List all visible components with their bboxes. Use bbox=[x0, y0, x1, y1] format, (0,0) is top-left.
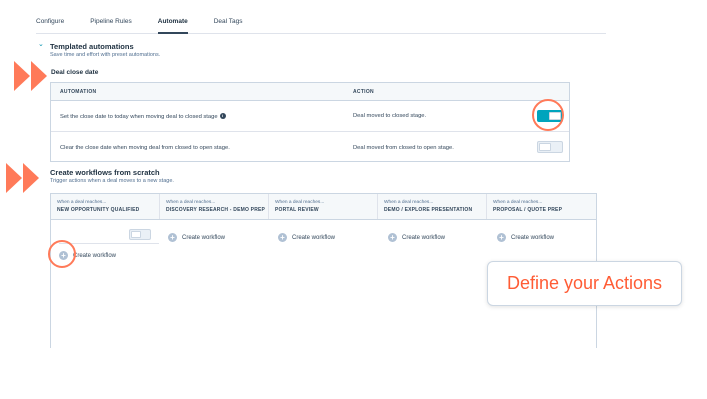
collapse-chevron-icon[interactable]: ⌄ bbox=[38, 40, 44, 48]
plus-icon: + bbox=[388, 233, 397, 242]
templated-automations-table: AUTOMATION ACTION Set the close date to … bbox=[50, 82, 570, 162]
action-text: Deal moved from closed to open stage. bbox=[353, 144, 454, 151]
create-workflow-button[interactable]: + Create workflow bbox=[278, 233, 335, 242]
plus-icon: + bbox=[497, 233, 506, 242]
tab-bar: Configure Pipeline Rules Automate Deal T… bbox=[36, 12, 606, 34]
tab-deal-tags[interactable]: Deal Tags bbox=[214, 12, 243, 34]
tab-pipeline-rules[interactable]: Pipeline Rules bbox=[90, 12, 132, 34]
stage-column-header: When a deal reaches... DEMO / EXPLORE PR… bbox=[378, 194, 487, 219]
stage-header-row: When a deal reaches... NEW OPPORTUNITY Q… bbox=[51, 194, 596, 220]
create-workflow-button[interactable]: + Create workflow bbox=[388, 233, 445, 242]
plus-icon: + bbox=[278, 233, 287, 242]
section-subtitle: Trigger actions when a deal moves to a n… bbox=[50, 178, 174, 184]
stage-column-header: When a deal reaches... DISCOVERY RESEARC… bbox=[160, 194, 269, 219]
section-title: Templated automations bbox=[50, 42, 134, 51]
automation-text: Set the close date to today when moving … bbox=[60, 112, 226, 120]
highlight-ring bbox=[48, 240, 76, 268]
action-column-header: ACTION bbox=[353, 88, 374, 95]
workflow-toggle[interactable] bbox=[129, 229, 151, 240]
automation-column-header: AUTOMATION bbox=[60, 88, 97, 95]
plus-icon: + bbox=[168, 233, 177, 242]
double-arrow-icon bbox=[14, 61, 47, 91]
table-row: Clear the close date when moving deal fr… bbox=[51, 132, 569, 163]
create-workflow-button[interactable]: + Create workflow bbox=[168, 233, 225, 242]
define-actions-callout: Define your Actions bbox=[487, 261, 682, 306]
stage-column-header: When a deal reaches... PORTAL REVIEW bbox=[269, 194, 378, 219]
highlight-ring bbox=[532, 99, 564, 131]
divider bbox=[59, 243, 159, 244]
section-subtitle: Save time and effort with preset automat… bbox=[50, 52, 161, 58]
info-icon[interactable]: i bbox=[219, 112, 226, 119]
automation-toggle-off[interactable] bbox=[537, 141, 563, 153]
deal-close-date-heading: Deal close date bbox=[51, 69, 99, 76]
workflows-header: Create workflows from scratch Trigger ac… bbox=[50, 168, 174, 184]
tab-automate[interactable]: Automate bbox=[157, 12, 188, 34]
automation-text: Clear the close date when moving deal fr… bbox=[60, 144, 230, 151]
table-row: Set the close date to today when moving … bbox=[51, 101, 569, 132]
create-workflow-button[interactable]: + Create workflow bbox=[497, 233, 554, 242]
stage-column-header: When a deal reaches... NEW OPPORTUNITY Q… bbox=[51, 194, 160, 219]
section-title: Create workflows from scratch bbox=[50, 168, 160, 177]
templated-automations-header: Templated automations Save time and effo… bbox=[50, 42, 160, 58]
table-header: AUTOMATION ACTION bbox=[51, 83, 569, 101]
double-arrow-icon bbox=[6, 163, 39, 193]
stage-column-header: When a deal reaches... PROPOSAL / QUOTE … bbox=[493, 200, 563, 213]
tab-configure[interactable]: Configure bbox=[36, 12, 64, 34]
action-text: Deal moved to closed stage. bbox=[353, 113, 427, 119]
